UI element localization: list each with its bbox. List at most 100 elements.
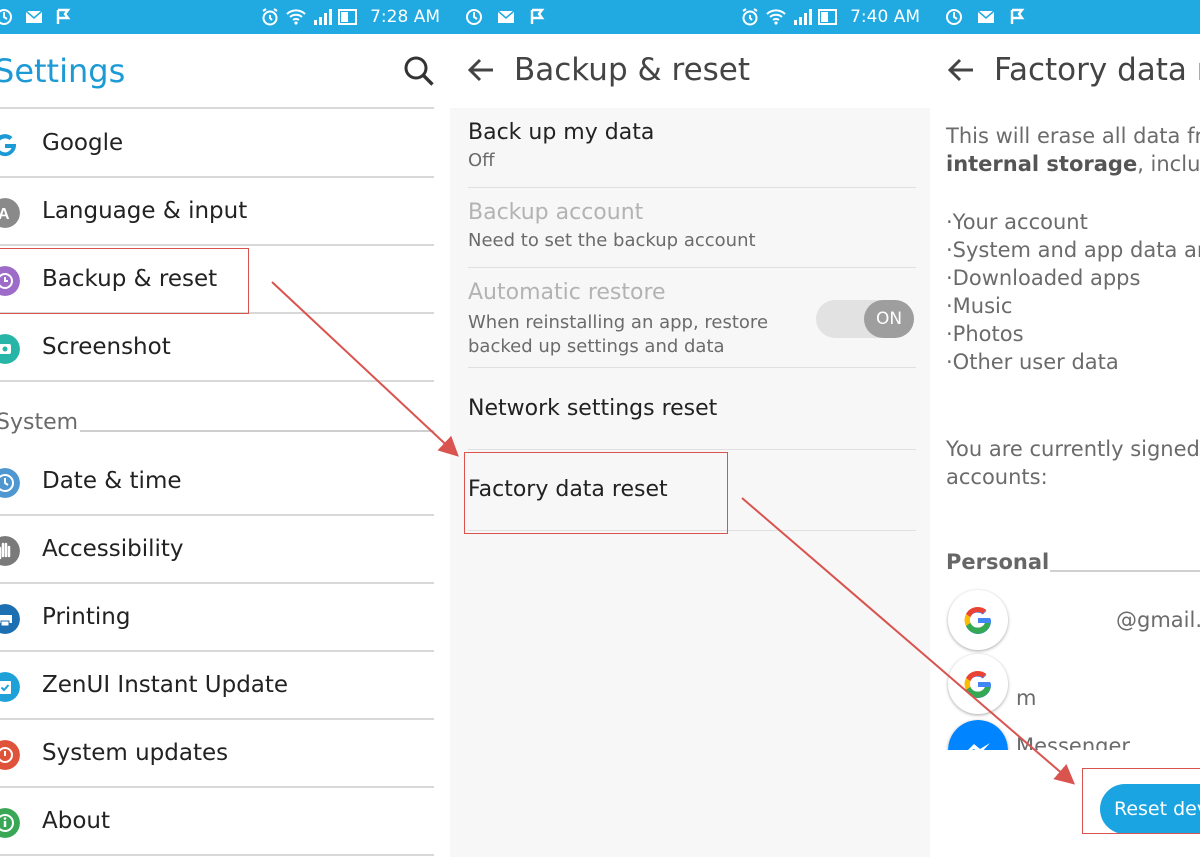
signal-icon xyxy=(794,9,813,25)
erase-list: ·Your account ·System and app data an ·D… xyxy=(946,208,1200,376)
settings-item-zenui-update[interactable]: ZenUI Instant Update xyxy=(0,652,434,720)
section-header-system: System xyxy=(0,410,79,435)
page-title: Settings xyxy=(0,52,126,90)
info-icon xyxy=(0,808,20,838)
settings-item-label: Date & time xyxy=(42,468,182,494)
google-icon xyxy=(0,134,16,157)
settings-item-date-time[interactable]: Date & time xyxy=(0,448,434,516)
backup-panel: 7:40 AM Backup & reset Back up my data O… xyxy=(450,0,930,857)
sync-icon xyxy=(466,9,482,25)
search-icon[interactable] xyxy=(402,54,436,88)
highlight-box-backup xyxy=(0,248,249,314)
update-icon xyxy=(0,672,20,702)
sync-icon xyxy=(0,9,12,25)
status-system: 7:40 AM xyxy=(740,0,920,34)
status-time: 7:28 AM xyxy=(370,7,440,27)
google-account-icon xyxy=(948,654,1008,714)
status-notifications xyxy=(930,0,1028,34)
printer-icon xyxy=(0,604,20,634)
item-title: Back up my data xyxy=(468,120,655,145)
settings-item-accessibility[interactable]: Accessibility xyxy=(0,516,434,584)
settings-item-screenshot[interactable]: Screenshot xyxy=(0,314,434,382)
system-update-icon xyxy=(0,740,20,770)
mail-icon xyxy=(977,10,995,23)
status-bar: 7:40 AM xyxy=(450,0,930,34)
list-item: ·Music xyxy=(946,294,1013,318)
flag-icon xyxy=(530,8,545,24)
toggle-knob: ON xyxy=(864,300,914,338)
redacted-email xyxy=(1016,654,1200,690)
settings-item-label: Accessibility xyxy=(42,536,184,562)
page-title: Backup & reset xyxy=(514,52,751,88)
item-subtitle-line: backed up settings and data xyxy=(468,336,725,357)
highlight-box-reset xyxy=(1082,768,1200,834)
redacted-email xyxy=(1016,598,1116,640)
settings-item-label: About xyxy=(42,808,111,834)
mail-icon xyxy=(497,10,515,23)
google-account-icon xyxy=(948,590,1008,650)
wifi-icon xyxy=(766,9,786,25)
alarm-icon xyxy=(742,8,758,26)
settings-item-printing[interactable]: Printing xyxy=(0,584,434,652)
hand-icon xyxy=(0,536,20,566)
intro-strong: internal storage xyxy=(946,152,1138,176)
account-email: @gmail. xyxy=(1116,608,1200,632)
battery-icon xyxy=(338,9,358,25)
list-item: ·Your account xyxy=(946,210,1088,234)
highlight-box-factory-reset xyxy=(464,452,728,534)
settings-panel: 7:28 AM Settings Google A Language & inp… xyxy=(0,0,450,857)
status-bar xyxy=(930,0,1200,34)
flag-icon xyxy=(1010,8,1025,24)
auto-restore-toggle[interactable]: ON xyxy=(816,300,914,338)
wifi-icon xyxy=(286,9,306,25)
list-item: ·Other user data xyxy=(946,350,1119,374)
settings-item-label: Screenshot xyxy=(42,334,171,360)
flag-icon xyxy=(56,8,71,24)
backup-item-network-reset[interactable]: Network settings reset xyxy=(468,396,916,450)
settings-item-google[interactable]: Google xyxy=(0,110,434,178)
battery-icon xyxy=(818,9,838,25)
signal-icon xyxy=(314,9,333,25)
account-email: m xyxy=(1016,686,1037,710)
factory-reset-panel: Factory data re This will erase all data… xyxy=(930,0,1200,857)
status-notifications xyxy=(450,0,548,34)
status-notifications xyxy=(0,0,74,34)
mail-icon xyxy=(25,10,43,23)
backup-item-backup-account: Backup account Need to set the backup ac… xyxy=(468,200,916,268)
alarm-icon xyxy=(262,8,278,26)
list-item: ·System and app data an xyxy=(946,238,1200,262)
settings-item-label: ZenUI Instant Update xyxy=(42,672,289,698)
signed-in-line: You are currently signed xyxy=(946,437,1200,461)
settings-item-about[interactable]: About xyxy=(0,788,434,856)
status-bar: 7:28 AM xyxy=(0,0,450,34)
back-arrow-icon[interactable] xyxy=(466,55,496,85)
intro-line: This will erase all data fr xyxy=(946,124,1200,148)
list-item: ·Photos xyxy=(946,322,1024,346)
intro-line: internal storage, includin xyxy=(946,152,1200,176)
settings-item-label: Google xyxy=(42,130,124,156)
item-title: Backup account xyxy=(468,200,644,225)
divider xyxy=(80,430,434,432)
back-arrow-icon[interactable] xyxy=(946,55,976,85)
item-title: Network settings reset xyxy=(468,396,718,421)
divider xyxy=(1050,570,1200,572)
item-subtitle: Need to set the backup account xyxy=(468,230,756,251)
section-header-personal: Personal xyxy=(946,550,1050,574)
backup-item-back-up-data[interactable]: Back up my data Off xyxy=(468,120,916,188)
intro-rest: , includin xyxy=(1137,152,1200,176)
settings-item-system-updates[interactable]: System updates xyxy=(0,720,434,788)
screenshot-icon xyxy=(0,334,20,364)
svg-text:A: A xyxy=(0,206,10,223)
status-time: 7:40 AM xyxy=(850,7,920,27)
page-title: Factory data re xyxy=(994,52,1200,88)
list-item: ·Downloaded apps xyxy=(946,266,1141,290)
item-subtitle: Off xyxy=(468,150,495,171)
divider xyxy=(0,107,434,109)
settings-item-label: Language & input xyxy=(42,198,248,224)
settings-item-label: Printing xyxy=(42,604,131,630)
clock-icon xyxy=(0,468,20,498)
settings-item-label: System updates xyxy=(42,740,229,766)
sync-icon xyxy=(946,9,962,25)
settings-item-language[interactable]: A Language & input xyxy=(0,178,434,246)
language-icon: A xyxy=(0,198,20,228)
